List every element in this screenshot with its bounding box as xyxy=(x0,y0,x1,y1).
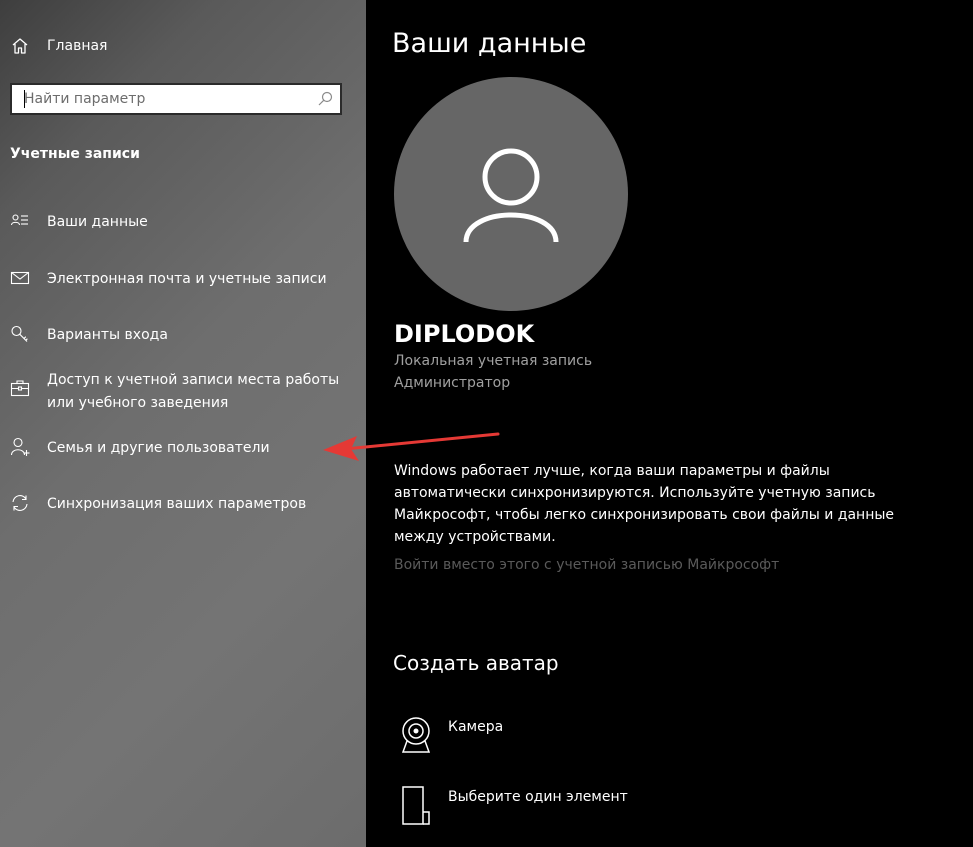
sidebar-item-label: Семья и другие пользователи xyxy=(47,440,270,456)
sidebar-item-label: Варианты входа xyxy=(47,327,168,343)
avatar xyxy=(394,77,628,311)
sidebar-item-sync-settings[interactable]: Синхронизация ваших параметров xyxy=(0,493,366,516)
choose-file-label: Выберите один элемент xyxy=(448,789,628,805)
key-icon xyxy=(11,325,28,342)
mail-icon xyxy=(10,271,30,285)
camera-label: Камера xyxy=(448,719,504,735)
home-icon xyxy=(12,38,28,54)
file-icon xyxy=(402,786,430,825)
user-role: Администратор xyxy=(394,375,511,391)
user-info-icon xyxy=(10,214,28,226)
search-input[interactable] xyxy=(12,85,324,113)
sync-icon xyxy=(12,495,28,511)
sync-description: Windows работает лучше, когда ваши парам… xyxy=(394,463,895,545)
settings-window: Главная Учетные записи Ваши данные xyxy=(0,0,973,847)
sidebar-item-family-other-users[interactable]: Семья и другие пользователи xyxy=(0,437,366,460)
search-icon[interactable] xyxy=(316,90,334,108)
sidebar-item-sign-in-options[interactable]: Варианты входа xyxy=(0,324,366,347)
sidebar-item-label: Электронная почта и учетные записи xyxy=(47,271,327,287)
page-title: Ваши данные xyxy=(392,28,587,59)
home-label: Главная xyxy=(47,38,108,54)
sidebar-item-your-info[interactable]: Ваши данные xyxy=(0,211,366,234)
main-content: Ваши данные DIPLODOK Локальная учетная з… xyxy=(366,0,973,847)
home-nav-item[interactable]: Главная xyxy=(10,34,107,58)
sign-in-microsoft-link[interactable]: Войти вместо этого с учетной записью Май… xyxy=(394,557,779,573)
sidebar: Главная Учетные записи Ваши данные xyxy=(0,0,366,847)
text-caret xyxy=(24,90,25,108)
user-name: DIPLODOK xyxy=(394,320,535,348)
add-user-icon xyxy=(10,437,30,456)
camera-icon xyxy=(401,717,431,753)
search-box[interactable] xyxy=(10,83,342,115)
user-avatar-icon xyxy=(463,148,559,243)
sidebar-item-label: Доступ к учетной записи места работы или… xyxy=(47,372,340,411)
sidebar-item-label: Синхронизация ваших параметров xyxy=(47,496,307,512)
account-type: Локальная учетная запись xyxy=(394,353,593,369)
sidebar-item-label: Ваши данные xyxy=(47,214,148,230)
create-avatar-title: Создать аватар xyxy=(393,651,559,675)
camera-option[interactable]: Камера xyxy=(394,714,503,758)
sidebar-item-work-access[interactable]: Доступ к учетной записи места работы или… xyxy=(0,369,366,415)
sidebar-item-email[interactable]: Электронная почта и учетные записи xyxy=(0,268,366,291)
choose-file-option[interactable]: Выберите один элемент xyxy=(394,784,628,828)
section-title: Учетные записи xyxy=(10,146,140,162)
briefcase-icon xyxy=(10,380,30,397)
